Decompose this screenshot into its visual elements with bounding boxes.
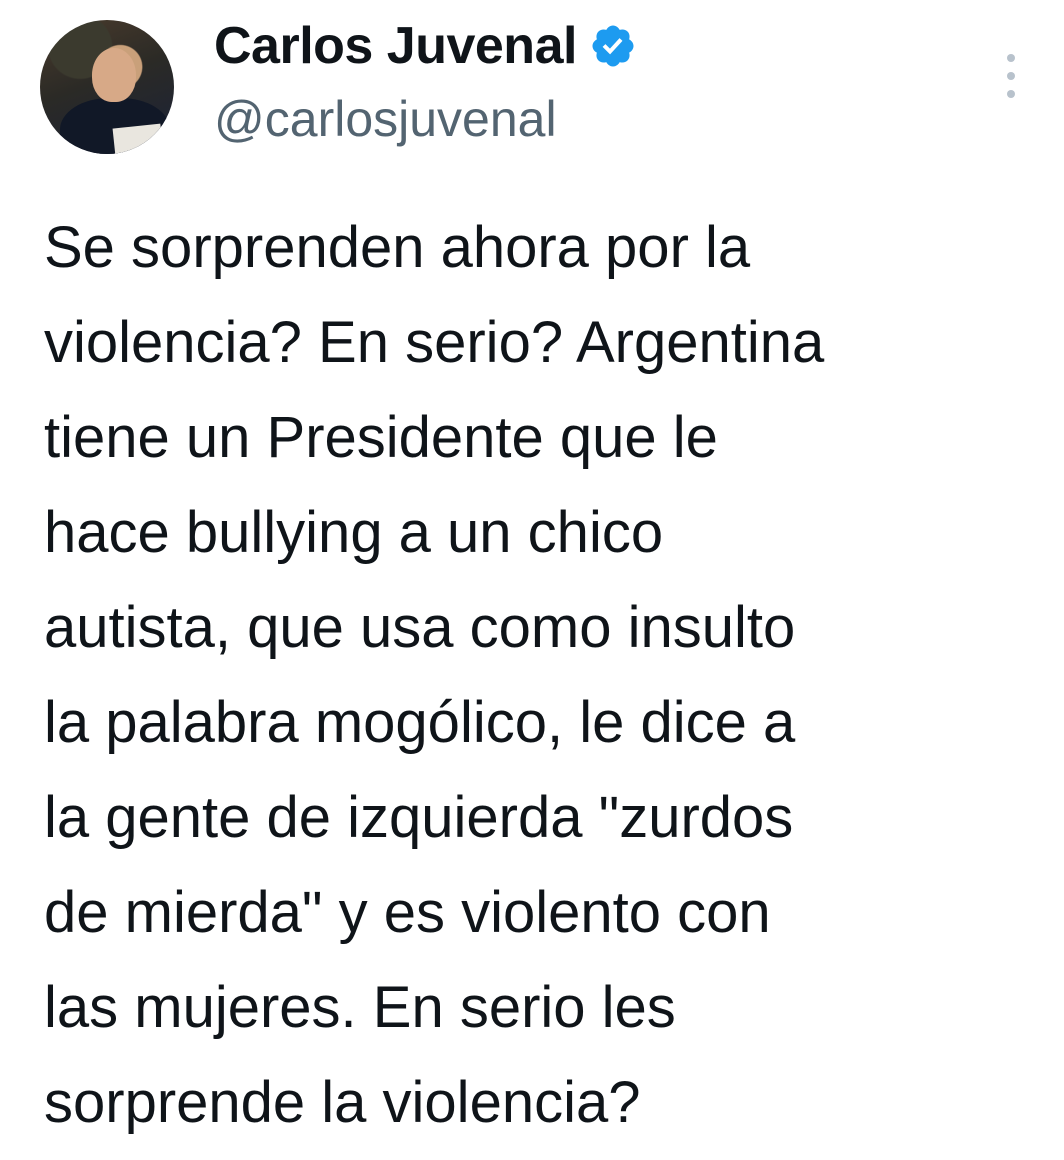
verified-badge-icon: [592, 25, 634, 67]
more-dot: [1007, 90, 1015, 98]
more-dot: [1007, 54, 1015, 62]
tweet-text-line: tiene un Presidente que le: [44, 405, 718, 470]
tweet-text-line: las mujeres. En serio les: [44, 975, 676, 1040]
avatar[interactable]: [40, 20, 174, 154]
tweet-text-line: violencia? En serio? Argentina: [44, 310, 825, 375]
avatar-face: [92, 48, 136, 102]
tweet-text: Se sorprenden ahora por la violencia? En…: [44, 200, 1044, 1150]
name-row: Carlos Juvenal: [214, 14, 637, 78]
tweet-card: Carlos Juvenal @carlosjuvenal Se sorpren…: [0, 0, 1064, 1160]
tweet-text-line: hace bullying a un chico: [44, 500, 664, 565]
tweet-text-line: la gente de izquierda "zurdos: [44, 785, 794, 850]
more-dot: [1007, 72, 1015, 80]
tweet-text-line: Se sorprenden ahora por la: [44, 215, 751, 280]
tweet-text-line: de mierda" y es violento con: [44, 880, 771, 945]
avatar-paper: [112, 123, 164, 154]
tweet-text-line: sorprende la violencia?: [44, 1070, 641, 1135]
user-handle[interactable]: @carlosjuvenal: [214, 90, 557, 148]
display-name[interactable]: Carlos Juvenal: [214, 16, 577, 76]
tweet-text-line: la palabra mogólico, le dice a: [44, 690, 796, 755]
more-vertical-icon[interactable]: [1000, 54, 1022, 98]
tweet-text-line: autista, que usa como insulto: [44, 595, 796, 660]
